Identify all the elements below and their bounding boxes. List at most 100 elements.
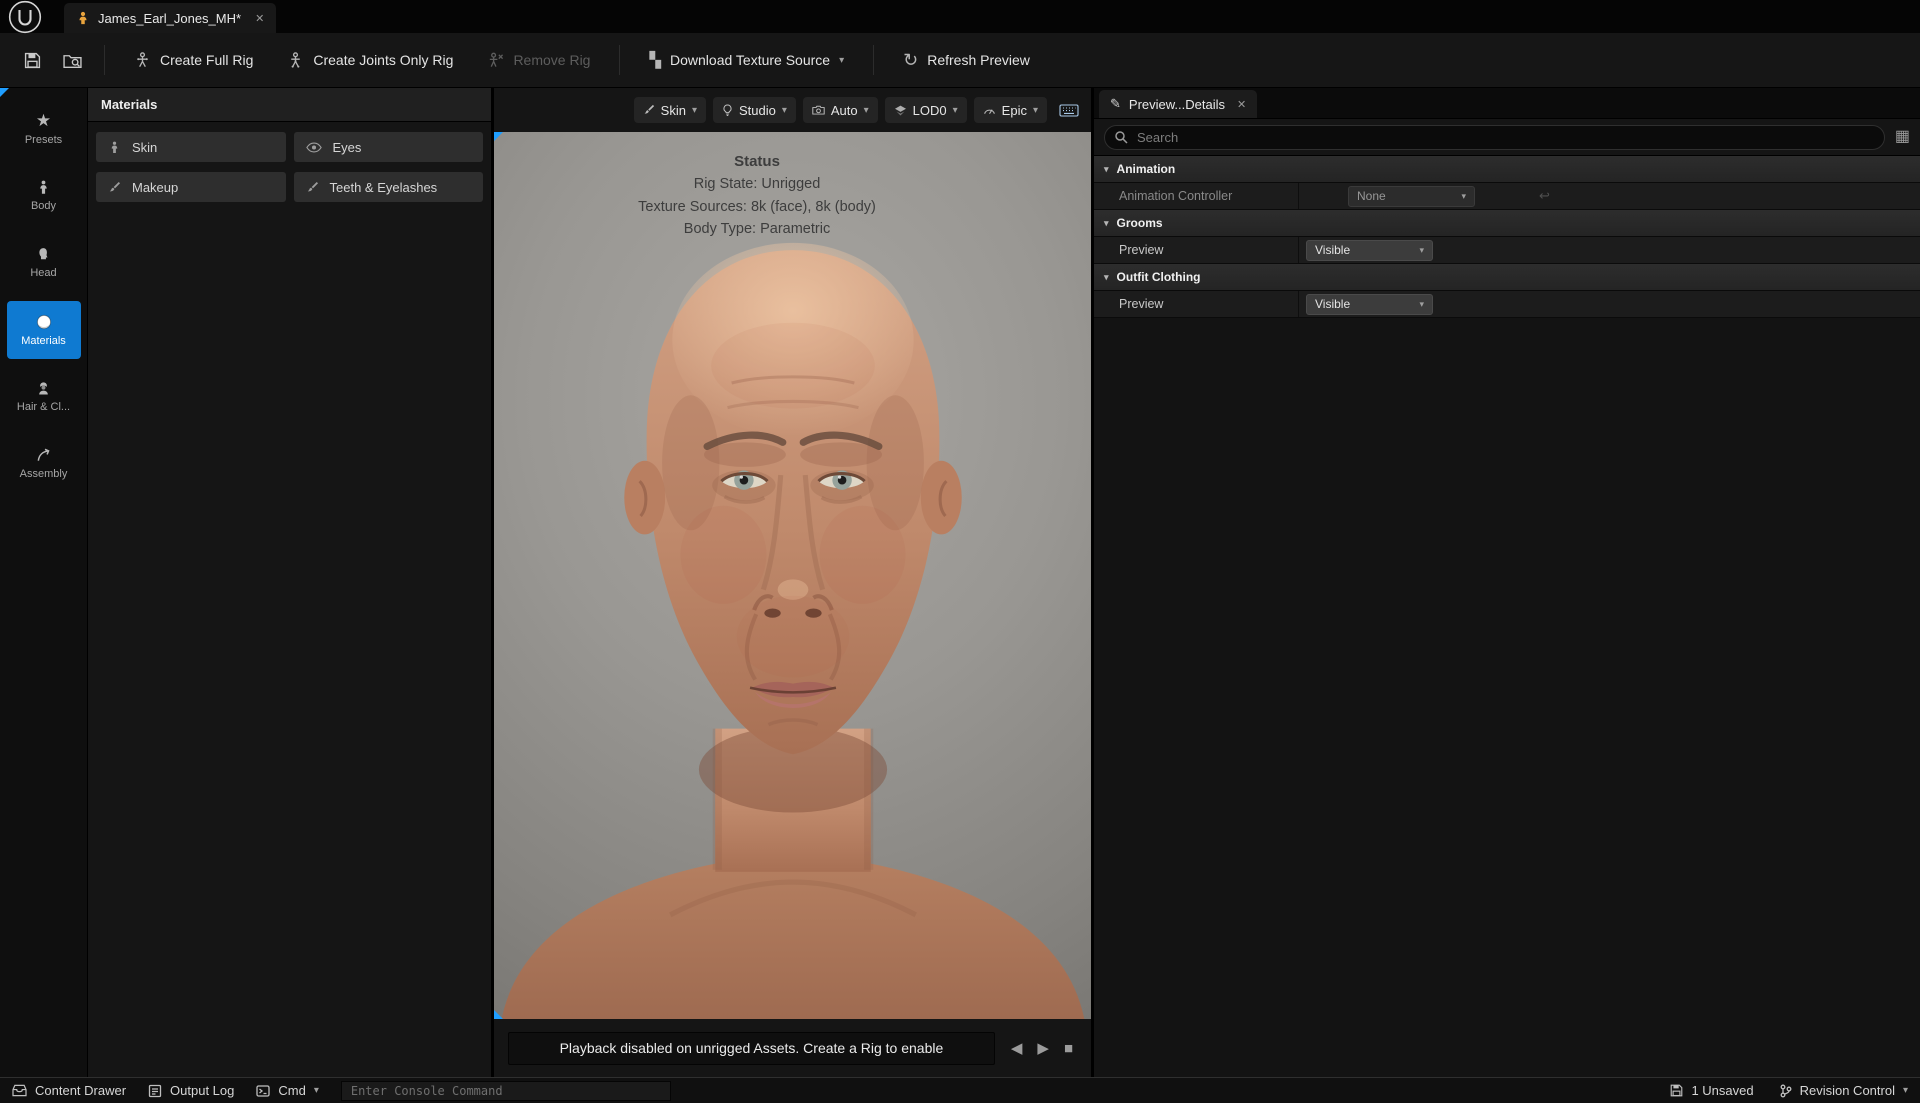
view-options-grid-icon[interactable]: ▦ [1895, 129, 1910, 145]
sidebar-item-hair-and-clothing[interactable]: Hair & Cl... [7, 368, 81, 426]
viewport-status-overlay: Status Rig State: Unrigged Texture Sourc… [606, 150, 908, 241]
revision-control-icon [1780, 1084, 1792, 1098]
section-header-animation[interactable]: ▾ Animation [1094, 156, 1920, 183]
brush-icon [643, 104, 655, 116]
section-header-outfit-clothing[interactable]: ▾ Outfit Clothing [1094, 264, 1920, 291]
bottom-status-bar: Content Drawer Output Log Cmd ▾ [0, 1077, 1920, 1103]
chevron-down-icon: ▾ [782, 105, 787, 116]
animation-controller-dropdown[interactable]: None ▾ [1348, 186, 1475, 207]
unsaved-save-icon [1670, 1084, 1683, 1097]
sidebar-item-presets[interactable]: ★ Presets [7, 100, 81, 158]
remove-rig-button[interactable]: Remove Rig [472, 41, 605, 79]
content-drawer-button[interactable]: Content Drawer [12, 1083, 126, 1098]
section-header-grooms[interactable]: ▾ Grooms [1094, 210, 1920, 237]
grooms-preview-dropdown[interactable]: Visible ▾ [1306, 240, 1433, 261]
search-icon [1114, 130, 1128, 144]
brush-icon [306, 181, 319, 194]
viewport-toolbar: Skin ▾ Studio ▾ [494, 88, 1091, 132]
active-panel-marker [0, 88, 9, 97]
viewport-lighting-studio[interactable]: Studio ▾ [713, 97, 796, 123]
console-command-input[interactable] [341, 1081, 671, 1101]
chevron-down-icon: ▾ [1903, 1085, 1908, 1096]
chevron-down-icon: ▾ [1461, 191, 1466, 202]
material-button-teeth-eyelashes[interactable]: Teeth & Eyelashes [294, 172, 484, 202]
outfit-preview-dropdown[interactable]: Visible ▾ [1306, 294, 1433, 315]
hair-and-clothing-icon [36, 381, 51, 396]
playback-stop-button[interactable]: ■ [1064, 1040, 1073, 1057]
viewport-mode-skin[interactable]: Skin ▾ [634, 97, 706, 123]
reset-to-default-icon[interactable]: ↩ [1539, 188, 1550, 204]
viewport-lod-selector[interactable]: LOD0 ▾ [885, 97, 967, 123]
property-label: Preview [1094, 291, 1299, 317]
playback-prev-button[interactable]: ◀ [1011, 1039, 1023, 1057]
texture-checker-icon: ▚ [649, 53, 661, 68]
save-button[interactable] [14, 42, 50, 78]
sidebar-item-body[interactable]: Body [7, 167, 81, 225]
chevron-down-icon: ▾ [864, 105, 869, 116]
property-value-cell: Visible ▾ [1299, 291, 1920, 317]
metahuman-head-render [494, 156, 1091, 1019]
create-full-rig-button[interactable]: Create Full Rig [119, 41, 268, 79]
chevron-down-icon: ▾ [1033, 105, 1038, 116]
playback-message: Playback disabled on unrigged Assets. Cr… [508, 1032, 995, 1065]
playback-play-button[interactable]: ▶ [1037, 1039, 1049, 1057]
unsaved-changes-button[interactable]: 1 Unsaved [1670, 1083, 1753, 1098]
asset-tab[interactable]: James_Earl_Jones_MH* ✕ [64, 3, 276, 33]
preview-details-tab-label: Preview...Details [1129, 97, 1225, 112]
chevron-down-icon: ▾ [314, 1085, 319, 1096]
main-content: ★ Presets Body Head [0, 88, 1920, 1077]
toolbar-separator [104, 45, 105, 75]
refresh-icon: ↻ [903, 51, 918, 69]
sidebar-item-head[interactable]: Head [7, 234, 81, 292]
viewport-3d-render-area[interactable]: Status Rig State: Unrigged Texture Sourc… [494, 132, 1091, 1019]
lod-layers-icon [894, 105, 907, 116]
chevron-down-icon: ▾ [1104, 164, 1109, 175]
details-empty-area [1094, 318, 1920, 1077]
preview-viewport-panel: Skin ▾ Studio ▾ [494, 88, 1094, 1077]
preview-details-tab[interactable]: ✎ Preview...Details ✕ [1099, 90, 1257, 118]
viewport-playback-bar: Playback disabled on unrigged Assets. Cr… [494, 1019, 1091, 1077]
pencil-icon: ✎ [1110, 96, 1121, 112]
keyboard-shortcuts-icon[interactable] [1059, 104, 1079, 117]
chevron-down-icon: ▾ [953, 105, 958, 116]
unreal-engine-logo[interactable] [8, 0, 42, 34]
brush-icon [108, 181, 121, 194]
viewport-quality-epic[interactable]: Epic ▾ [974, 97, 1047, 123]
materials-panel-header: Materials [88, 88, 491, 122]
search-box [1104, 125, 1885, 150]
material-button-eyes[interactable]: Eyes [294, 132, 484, 162]
chevron-down-icon: ▾ [839, 55, 844, 66]
chevron-down-icon: ▾ [1419, 245, 1424, 256]
sidebar-item-materials[interactable]: Materials [7, 301, 81, 359]
material-button-makeup[interactable]: Makeup [96, 172, 286, 202]
create-joints-only-rig-button[interactable]: Create Joints Only Rig [272, 41, 468, 79]
quality-gauge-icon [983, 105, 996, 115]
viewport-camera-auto[interactable]: Auto ▾ [803, 97, 878, 123]
cmd-dropdown[interactable]: Cmd ▾ [256, 1083, 318, 1098]
material-button-skin[interactable]: Skin [96, 132, 286, 162]
console-icon [256, 1085, 270, 1097]
property-label: Animation Controller [1094, 183, 1299, 209]
rig-joints-icon [287, 52, 304, 69]
materials-button-grid: Skin Eyes [88, 122, 491, 212]
toolbar-separator [619, 45, 620, 75]
details-search-row: ▦ [1094, 119, 1920, 156]
sidebar-item-assembly[interactable]: Assembly [7, 435, 81, 493]
remove-rig-icon [487, 52, 504, 69]
output-log-button[interactable]: Output Log [148, 1083, 234, 1098]
chevron-down-icon: ▾ [1104, 218, 1109, 229]
main-toolbar: Create Full Rig Create Joints Only Rig [0, 33, 1920, 88]
download-texture-source-button[interactable]: ▚ Download Texture Source ▾ [634, 41, 859, 79]
details-tab-close-icon[interactable]: ✕ [1237, 98, 1246, 111]
status-title: Status [606, 150, 908, 173]
preview-details-panel: ✎ Preview...Details ✕ ▦ [1094, 88, 1920, 1077]
body-icon [36, 180, 51, 195]
search-input[interactable] [1104, 125, 1885, 150]
toolbar-separator [873, 45, 874, 75]
revision-control-button[interactable]: Revision Control ▾ [1780, 1083, 1908, 1098]
property-value-cell: None ▾ ↩ [1299, 183, 1920, 209]
asset-tab-close-icon[interactable]: ✕ [255, 12, 264, 25]
browse-to-asset-button[interactable] [54, 42, 90, 78]
refresh-preview-button[interactable]: ↻ Refresh Preview [888, 41, 1045, 79]
person-icon [108, 141, 121, 154]
